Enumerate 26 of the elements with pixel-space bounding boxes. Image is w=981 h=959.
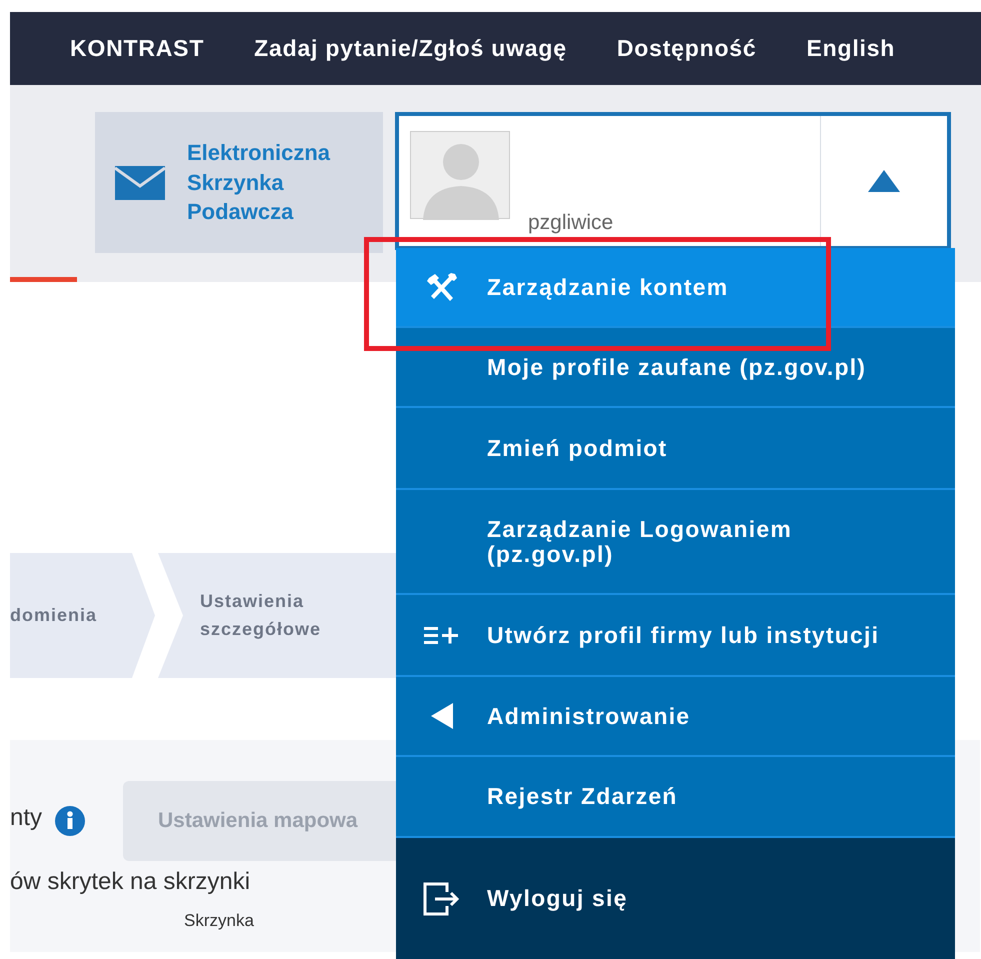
- nav-link[interactable]: Dostępność: [616, 31, 756, 66]
- description-text: ów skrytek na skrzynki: [10, 867, 250, 897]
- step-tab[interactable]: Ustawienia szczegółowe: [158, 553, 398, 678]
- menu-item[interactable]: Wyloguj się: [396, 838, 955, 959]
- envelope-icon: [115, 166, 165, 200]
- username: pzgliwice: [528, 210, 614, 236]
- avatar-icon: [410, 131, 510, 219]
- info-icon[interactable]: [55, 806, 85, 836]
- menu-item[interactable]: Zmień podmiot: [396, 408, 955, 490]
- menu-item[interactable]: Utwórz profil firmy lub instytucji: [396, 595, 955, 677]
- menu-item[interactable]: Zarządzanie Logowaniem (pz.gov.pl): [396, 490, 955, 595]
- logout-icon: [422, 882, 460, 916]
- nav-link[interactable]: English: [806, 31, 896, 66]
- caret-left-icon: [430, 703, 452, 729]
- tools-icon: [424, 272, 458, 302]
- setting-label: nty: [10, 803, 42, 833]
- step-tab[interactable]: domienia: [10, 553, 155, 678]
- menu-item[interactable]: Moje profile zaufane (pz.gov.pl): [396, 328, 955, 408]
- menu-item[interactable]: Administrowanie: [396, 677, 955, 757]
- column-label: Skrzynka: [184, 910, 254, 932]
- menu-item[interactable]: Zarządzanie kontem: [396, 248, 955, 328]
- nav-link[interactable]: KONTRAST: [70, 31, 204, 66]
- mailbox-button[interactable]: Elektroniczna Skrzynka Podawcza: [95, 112, 383, 253]
- nav-link[interactable]: Zadaj pytanie/Zgłoś uwagę: [254, 31, 567, 66]
- menu-item[interactable]: Rejestr Zdarzeń: [396, 757, 955, 838]
- list-plus-icon: [424, 624, 460, 646]
